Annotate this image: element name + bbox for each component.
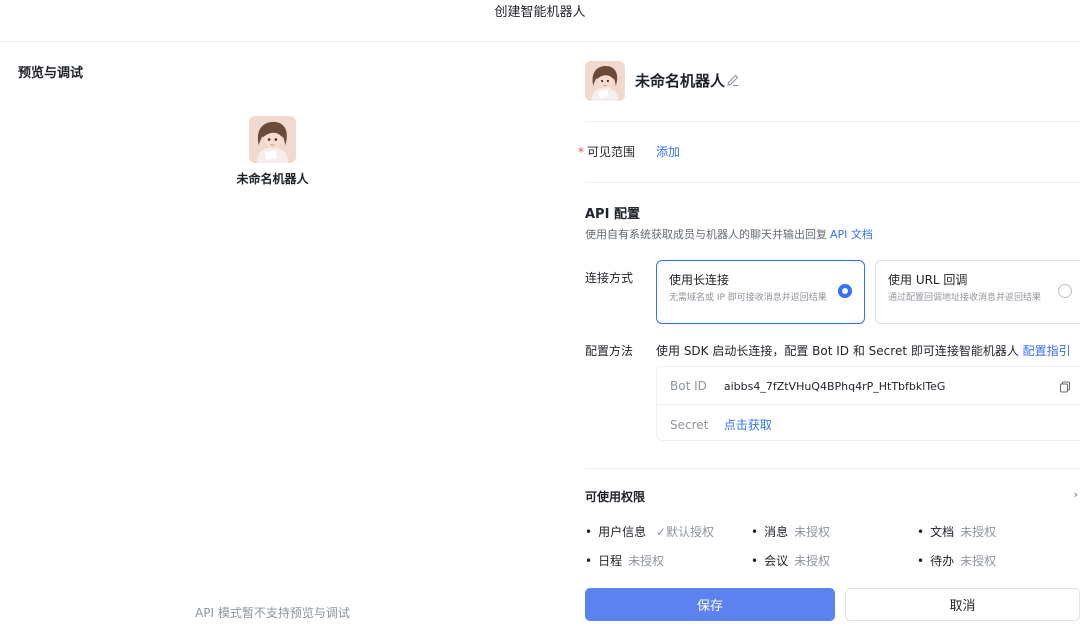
permission-status: 未授权 bbox=[960, 525, 997, 539]
bot-id-value: aibbs4_7fZtVHuQ4BPhq4rP_HtTbfbklTeG bbox=[723, 380, 946, 393]
secret-row: Secret 点击获取 bbox=[670, 416, 772, 433]
bullet: • bbox=[585, 554, 593, 568]
permission-status: 默认授权 bbox=[665, 525, 714, 539]
permission-name: 会议 bbox=[764, 554, 789, 568]
bot-id-key: Bot ID bbox=[670, 379, 707, 393]
permissions-title: 可使用权限 bbox=[585, 490, 646, 504]
permission-item: • 消息 未授权 bbox=[751, 523, 830, 540]
permission-name: 消息 bbox=[764, 525, 789, 539]
girl-avatar-icon[interactable] bbox=[585, 61, 625, 101]
preview-bot-name: 未命名机器人 bbox=[236, 172, 309, 186]
connection-option-url[interactable]: 使用 URL 回调 通过配置回调地址接收消息并返回结果 bbox=[875, 260, 1080, 324]
option-title: 使用长连接 bbox=[669, 273, 730, 287]
radio-checked[interactable] bbox=[838, 284, 852, 298]
visibility-add-link[interactable]: 添加 bbox=[656, 143, 680, 160]
api-doc-link[interactable]: API 文档 bbox=[830, 228, 873, 241]
connection-label: 连接方式 bbox=[585, 271, 634, 285]
permission-item: • 日程 未授权 bbox=[585, 552, 664, 569]
config-credentials-box: Bot ID aibbs4_7fZtVHuQ4BPhq4rP_HtTbfbklT… bbox=[656, 366, 1080, 441]
chevron-right-icon[interactable]: › bbox=[1074, 488, 1078, 501]
config-panel: 未命名机器人 * 可见范围 添加 API 配置 使用自有系统获取成员与机器人的聊天… bbox=[567, 42, 1080, 633]
check-icon: ✓ bbox=[655, 525, 666, 539]
permission-name: 待办 bbox=[930, 554, 955, 568]
visibility-label-text: 可见范围 bbox=[587, 145, 636, 159]
divider bbox=[585, 182, 1080, 183]
option-desc: 无需域名或 IP 即可接收消息并返回结果 bbox=[669, 293, 827, 303]
permission-item: • 待办 未授权 bbox=[917, 552, 996, 569]
connection-option-long[interactable]: 使用长连接 无需域名或 IP 即可接收消息并返回结果 bbox=[656, 260, 865, 324]
divider bbox=[585, 121, 1080, 122]
permission-name: 用户信息 bbox=[598, 525, 647, 539]
copy-icon[interactable] bbox=[1059, 381, 1071, 393]
option-desc: 通过配置回调地址接收消息并返回结果 bbox=[888, 293, 1042, 303]
permission-item: • 会议 未授权 bbox=[751, 552, 830, 569]
divider bbox=[585, 468, 1080, 469]
permission-status: 未授权 bbox=[794, 525, 831, 539]
config-guide-link[interactable]: 配置指引 bbox=[1023, 344, 1071, 358]
config-method-label: 配置方法 bbox=[585, 344, 634, 358]
permission-item: • 用户信息 ✓默认授权 bbox=[585, 523, 714, 540]
api-description-text: 使用自有系统获取成员与机器人的聊天并输出回复 bbox=[585, 228, 827, 241]
bullet: • bbox=[751, 554, 759, 568]
girl-avatar-icon bbox=[249, 116, 296, 163]
save-button[interactable]: 保存 bbox=[585, 588, 835, 621]
pencil-icon[interactable] bbox=[726, 73, 740, 87]
required-mark: * bbox=[578, 145, 584, 159]
api-description: 使用自有系统获取成员与机器人的聊天并输出回复 API 文档 bbox=[585, 226, 873, 242]
preview-note: API 模式暂不支持预览与调试 bbox=[195, 606, 350, 620]
top-bar: 创建智能机器人 bbox=[0, 0, 1080, 42]
permission-name: 日程 bbox=[598, 554, 623, 568]
permission-item: • 文档 未授权 bbox=[917, 523, 996, 540]
bullet: • bbox=[585, 525, 593, 539]
api-section-title: API 配置 bbox=[585, 207, 640, 222]
cancel-button[interactable]: 取消 bbox=[845, 588, 1080, 621]
config-method-desc-text: 使用 SDK 启动长连接，配置 Bot ID 和 Secret 即可连接智能机器… bbox=[656, 344, 1019, 358]
window-title: 创建智能机器人 bbox=[494, 5, 586, 20]
divider bbox=[657, 404, 1080, 405]
bullet: • bbox=[917, 525, 925, 539]
secret-key: Secret bbox=[670, 418, 709, 432]
radio-unchecked[interactable] bbox=[1058, 284, 1072, 298]
bot-id-row: Bot ID aibbs4_7fZtVHuQ4BPhq4rP_HtTbfbklT… bbox=[670, 379, 945, 393]
permission-status: 未授权 bbox=[794, 554, 831, 568]
option-title: 使用 URL 回调 bbox=[888, 273, 968, 287]
secret-fetch-link[interactable]: 点击获取 bbox=[724, 418, 772, 432]
permission-name: 文档 bbox=[930, 525, 955, 539]
config-method-desc: 使用 SDK 启动长连接，配置 Bot ID 和 Secret 即可连接智能机器… bbox=[656, 342, 1071, 359]
permission-status: 未授权 bbox=[960, 554, 997, 568]
bullet: • bbox=[917, 554, 925, 568]
bot-name: 未命名机器人 bbox=[635, 72, 726, 90]
visibility-label: * 可见范围 bbox=[578, 143, 635, 160]
preview-title: 预览与调试 bbox=[18, 66, 84, 81]
permission-status: 未授权 bbox=[628, 554, 665, 568]
bullet: • bbox=[751, 525, 759, 539]
preview-panel: 预览与调试 未命名机器人 API 模式暂不支持预览与调试 bbox=[0, 42, 567, 633]
